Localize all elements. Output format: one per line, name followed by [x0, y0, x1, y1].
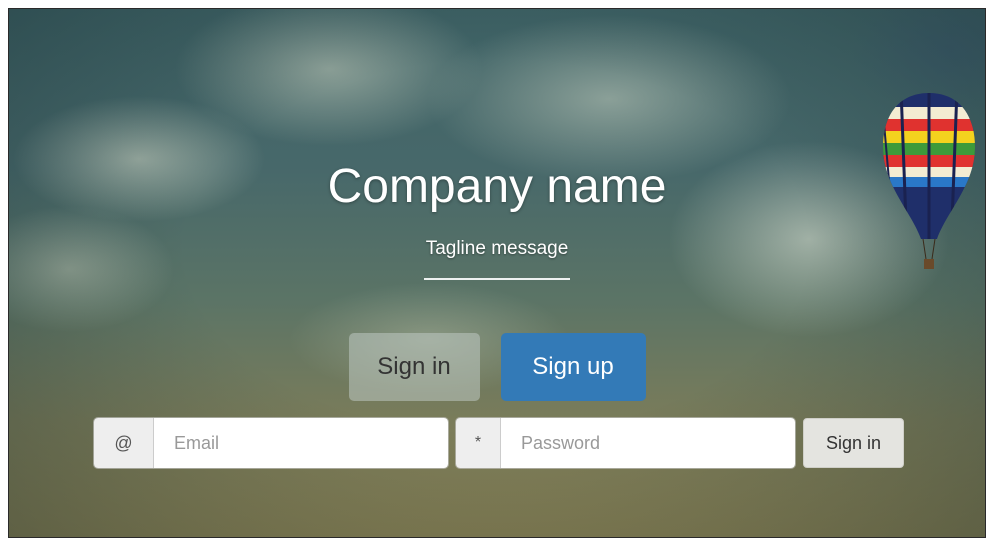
sign-up-button[interactable]: Sign up [500, 333, 646, 401]
hero-section: Company name Tagline message [9, 157, 985, 280]
password-input-group: * [456, 418, 795, 468]
sign-in-toggle-button[interactable]: Sign in [348, 333, 480, 401]
sign-in-submit-button[interactable]: Sign in [803, 418, 904, 468]
sign-in-form: @ * Sign in [94, 418, 904, 468]
company-title: Company name [327, 160, 667, 213]
title-divider [424, 278, 570, 280]
email-field[interactable] [154, 418, 448, 468]
asterisk-icon: * [456, 418, 501, 468]
password-field[interactable] [501, 418, 795, 468]
tagline-text: Tagline message [425, 238, 569, 259]
at-sign-icon: @ [94, 418, 154, 468]
email-input-group: @ [94, 418, 448, 468]
field-spacer [448, 418, 456, 468]
login-page: Company name Tagline message Sign in Sig… [8, 8, 986, 538]
field-spacer [795, 418, 803, 468]
auth-buttons: Sign in Sign up [9, 333, 985, 401]
